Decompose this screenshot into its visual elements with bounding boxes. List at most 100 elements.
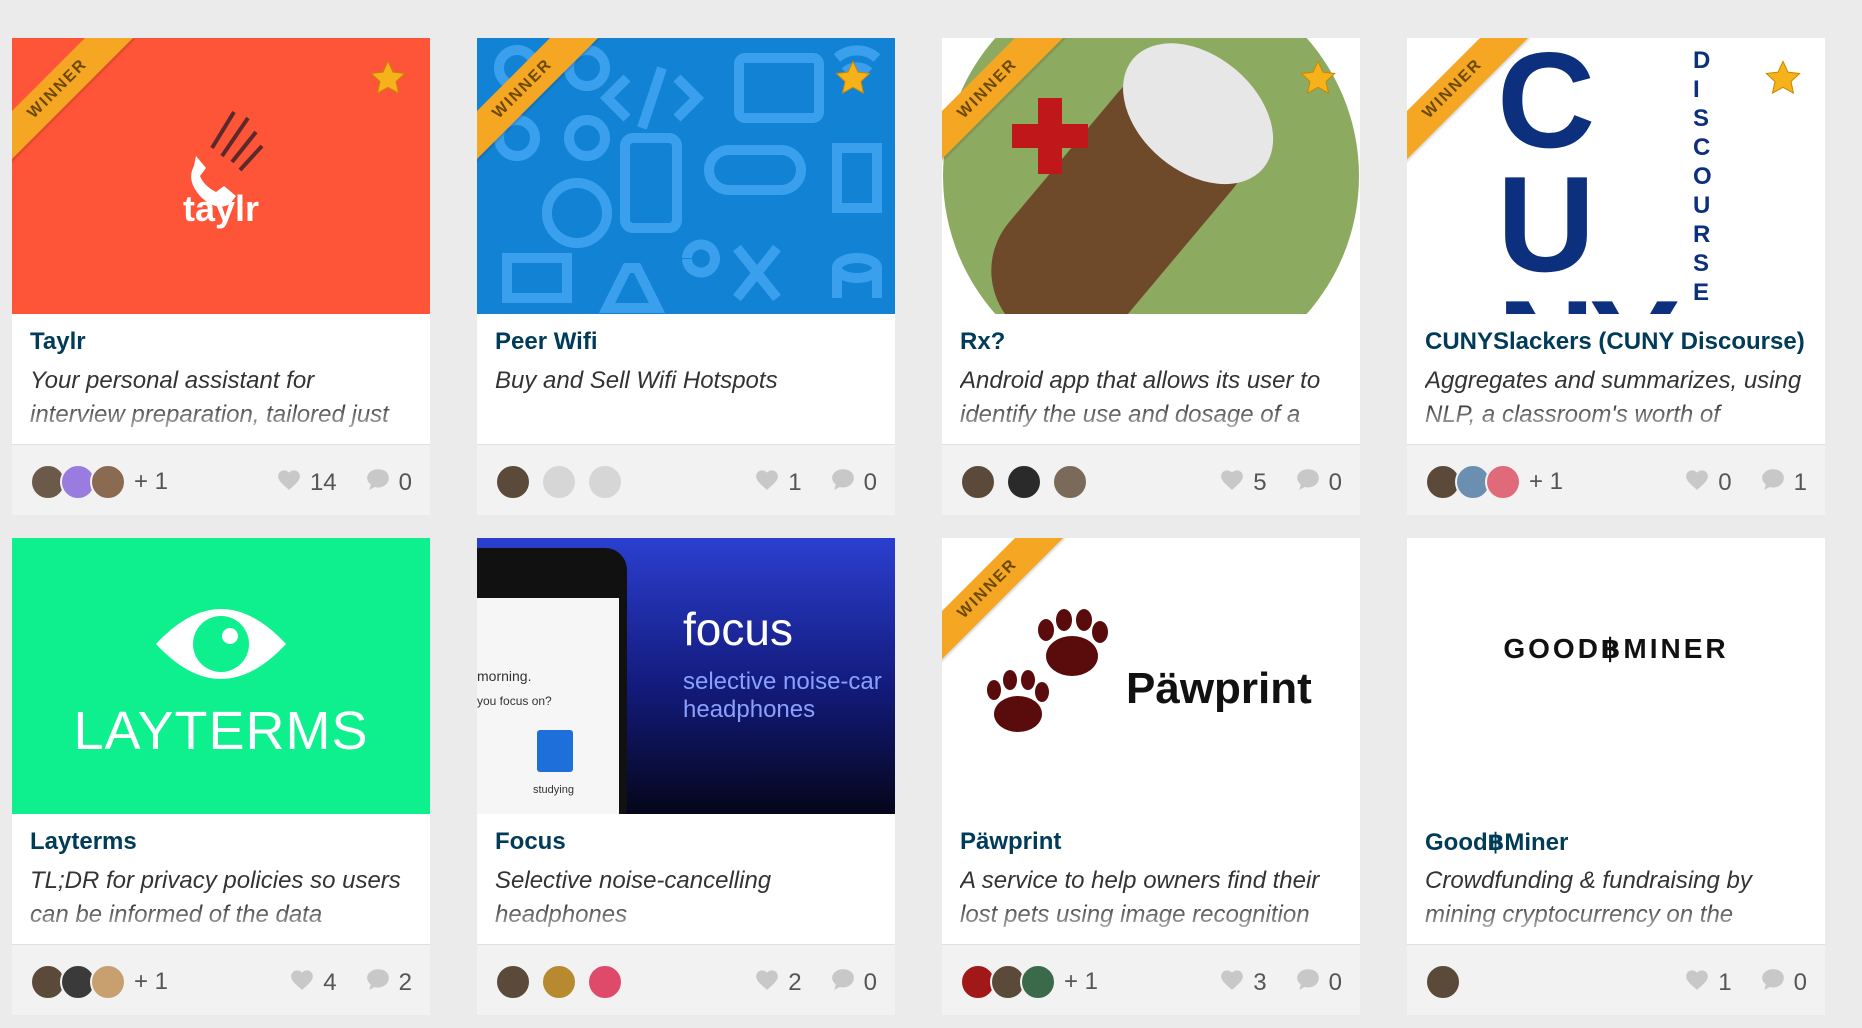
project-thumbnail[interactable]: WINNER: [477, 38, 895, 314]
comment-icon[interactable]: [1295, 467, 1321, 498]
project-card[interactable]: CUNY DISCOURSE WINNER CUNYSlackers (CUNY…: [1407, 38, 1825, 515]
project-card[interactable]: Päwprint WINNER Päwprint A service to he…: [942, 538, 1360, 1015]
heart-icon[interactable]: [754, 467, 780, 498]
more-members-count[interactable]: + 1: [1529, 468, 1563, 496]
project-card[interactable]: LAYTERMS Layterms TL;DR for privacy poli…: [12, 538, 430, 1015]
team-avatars: + 1: [960, 964, 1098, 1000]
avatar[interactable]: [1020, 964, 1056, 1000]
project-description: TL;DR for privacy policies so users can …: [30, 867, 401, 928]
project-title[interactable]: Päwprint: [960, 828, 1061, 856]
project-thumbnail[interactable]: WINNER: [942, 38, 1360, 314]
comment-count: 0: [1328, 468, 1342, 496]
thumb-logo-text: taylr: [182, 188, 260, 229]
heart-icon[interactable]: [1219, 467, 1245, 498]
avatar[interactable]: [587, 464, 623, 500]
star-icon[interactable]: [833, 58, 873, 98]
heart-icon[interactable]: [754, 967, 780, 998]
phone-greeting: morning.: [477, 668, 532, 684]
avatar[interactable]: [1485, 464, 1521, 500]
avatar[interactable]: [90, 964, 126, 1000]
project-thumbnail[interactable]: Päwprint WINNER: [942, 538, 1360, 814]
avatar[interactable]: [960, 464, 996, 500]
like-count: 1: [788, 468, 802, 496]
like-count: 14: [309, 468, 337, 496]
heart-icon[interactable]: [1684, 967, 1710, 998]
project-card[interactable]: morning. you focus on? studying focus se…: [477, 538, 895, 1015]
thumb-logo-text: Päwprint: [1126, 664, 1312, 713]
project-thumbnail[interactable]: morning. you focus on? studying focus se…: [477, 538, 895, 814]
project-thumbnail[interactable]: LAYTERMS: [12, 538, 430, 814]
thumb-logo-text: CUNY: [1497, 38, 1680, 314]
thumb-logo-text: focus: [683, 603, 793, 655]
avatar[interactable]: [1006, 464, 1042, 500]
avatar[interactable]: [1425, 964, 1461, 1000]
phone-question: you focus on?: [477, 694, 552, 708]
comment-icon[interactable]: [1760, 967, 1786, 998]
like-count: 0: [1718, 468, 1732, 496]
comment-count: 1: [1793, 468, 1807, 496]
comment-count: 0: [398, 468, 412, 496]
heart-icon[interactable]: [276, 467, 302, 498]
comment-icon[interactable]: [1295, 967, 1321, 998]
star-icon[interactable]: [1763, 58, 1803, 98]
project-description: Android app that allows its user to iden…: [960, 367, 1321, 428]
more-members-count[interactable]: + 1: [1064, 968, 1098, 996]
comment-icon[interactable]: [365, 967, 391, 998]
project-card[interactable]: taylr WINNER Taylr Your personal assista…: [12, 38, 430, 515]
more-members-count[interactable]: + 1: [134, 468, 168, 496]
thumb-logo-subtext: DISCOURSE: [1693, 47, 1712, 306]
like-count: 4: [323, 968, 337, 996]
heart-icon[interactable]: [1684, 467, 1710, 498]
like-count: 2: [788, 968, 802, 996]
project-description: Aggregates and summarizes, using NLP, a …: [1425, 367, 1802, 428]
comment-count: 0: [863, 468, 877, 496]
project-title[interactable]: Focus: [495, 828, 566, 856]
project-card[interactable]: WINNER Peer Wifi Buy and Sell Wifi Hotsp…: [477, 38, 895, 515]
team-avatars: [960, 464, 1098, 500]
team-avatars: + 1: [30, 964, 168, 1000]
card-footer: + 1 0 1: [1407, 444, 1825, 515]
heart-icon[interactable]: [1219, 967, 1245, 998]
comment-count: 2: [398, 968, 412, 996]
thumb-logo-text: GOOD฿MINER: [1503, 633, 1729, 664]
phone-mockup: morning. you focus on? studying: [477, 548, 627, 814]
project-title[interactable]: Rx?: [960, 328, 1005, 356]
avatar[interactable]: [495, 964, 531, 1000]
project-title[interactable]: Taylr: [30, 328, 86, 356]
project-thumbnail[interactable]: CUNY DISCOURSE WINNER: [1407, 38, 1825, 314]
card-footer: + 1 4 2: [12, 944, 430, 1015]
avatar[interactable]: [587, 964, 623, 1000]
team-avatars: [1425, 964, 1461, 1000]
more-members-count[interactable]: + 1: [134, 968, 168, 996]
card-footer: + 1 14 0: [12, 444, 430, 515]
card-footer: 1 0: [477, 444, 895, 515]
card-footer: 2 0: [477, 944, 895, 1015]
comment-icon[interactable]: [830, 967, 856, 998]
star-icon[interactable]: [1298, 58, 1338, 98]
avatar[interactable]: [541, 464, 577, 500]
avatar[interactable]: [90, 464, 126, 500]
avatar[interactable]: [495, 464, 531, 500]
project-title[interactable]: Layterms: [30, 828, 137, 856]
avatar[interactable]: [541, 964, 577, 1000]
like-count: 5: [1253, 468, 1267, 496]
project-card[interactable]: WINNER Rx? Android app that allows its u…: [942, 38, 1360, 515]
project-card[interactable]: GOOD฿MINER Good฿Miner Crowdfunding & fun…: [1407, 538, 1825, 1015]
comment-icon[interactable]: [365, 467, 391, 498]
project-title[interactable]: Good฿Miner: [1425, 828, 1568, 857]
comment-icon[interactable]: [1760, 467, 1786, 498]
heart-icon[interactable]: [289, 967, 315, 998]
project-thumbnail[interactable]: taylr WINNER: [12, 38, 430, 314]
avatar[interactable]: [1052, 464, 1088, 500]
comment-icon[interactable]: [830, 467, 856, 498]
eye-icon: [156, 609, 286, 679]
project-thumbnail[interactable]: GOOD฿MINER: [1407, 538, 1825, 814]
project-description: A service to help owners find their lost…: [960, 867, 1320, 928]
project-title[interactable]: Peer Wifi: [495, 328, 597, 356]
project-description: Your personal assistant for interview pr…: [30, 367, 389, 428]
card-footer: + 1 3 0: [942, 944, 1360, 1015]
project-title[interactable]: CUNYSlackers (CUNY Discourse): [1425, 328, 1805, 356]
like-count: 3: [1253, 968, 1267, 996]
card-footer: 1 0: [1407, 944, 1825, 1015]
star-icon[interactable]: [368, 58, 408, 98]
